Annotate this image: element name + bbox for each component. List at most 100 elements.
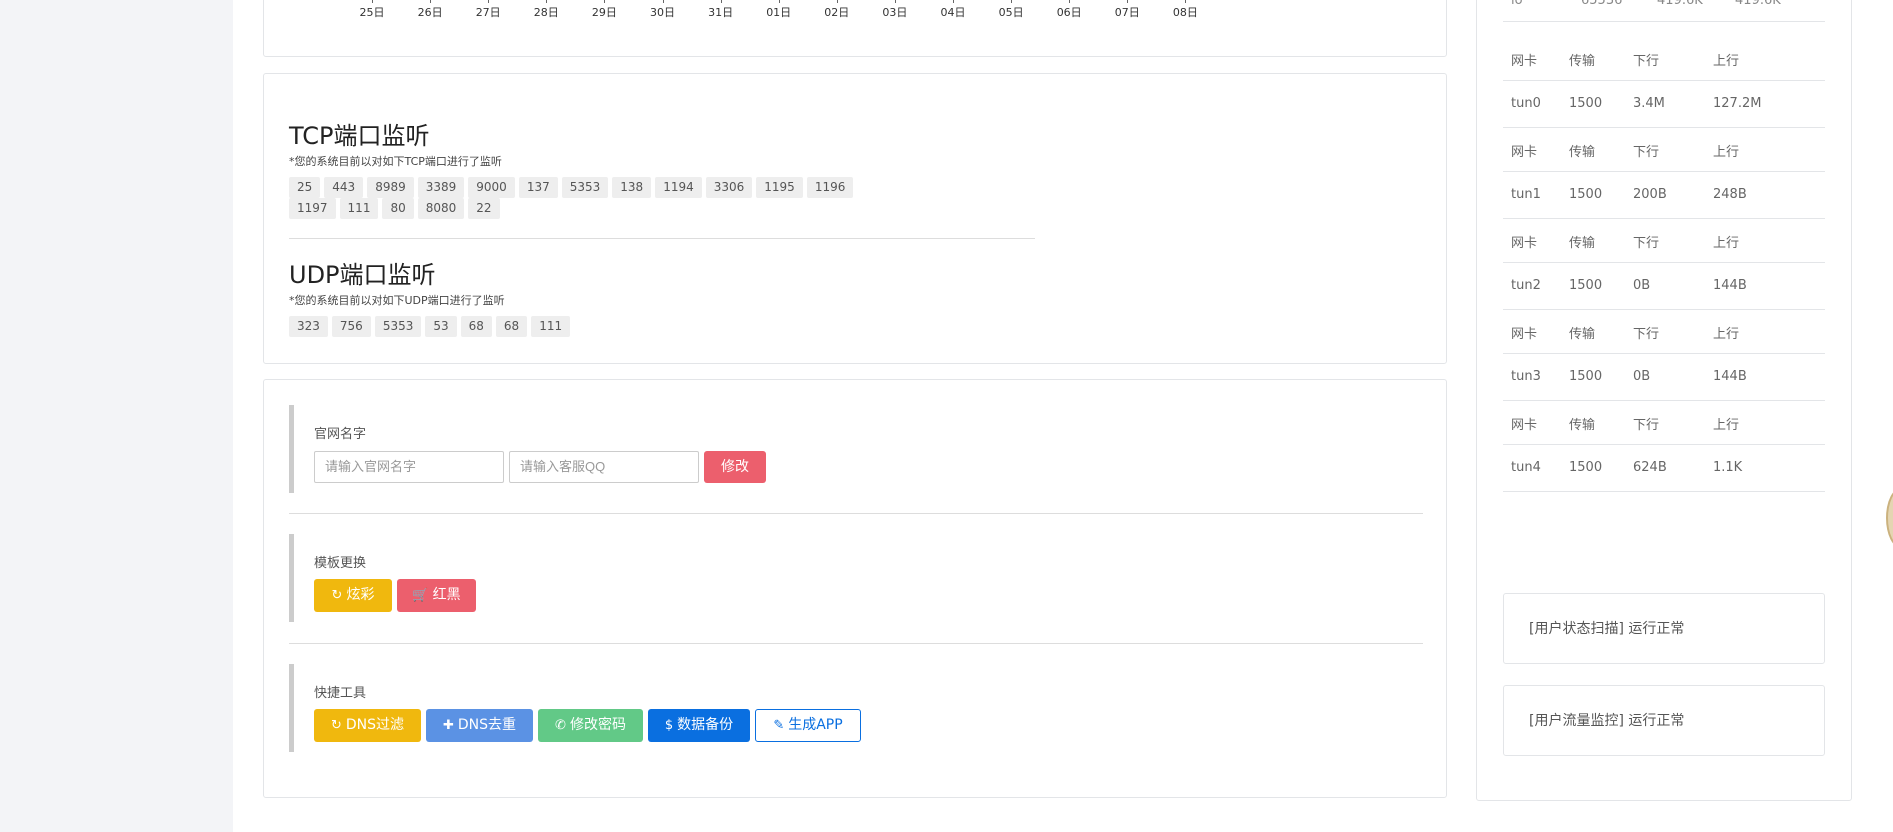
nic-cell-down: 200B (1633, 187, 1667, 202)
dns-dedupe-label: DNS去重 (457, 717, 517, 733)
sidebar-background (0, 0, 233, 832)
nic-header-cell: 下行 (1633, 145, 1660, 160)
x-tick-mark (1069, 0, 1071, 3)
nic-lo-up: 419.6K (1735, 0, 1781, 8)
nic-cell-name: tun1 (1511, 187, 1541, 202)
nic-cell-up: 144B (1713, 278, 1747, 293)
traffic-monitor-status: [用户流量监控] 运行正常 (1503, 685, 1825, 756)
ports-panel: TCP端口监听 *您的系统目前以对如下TCP端口进行了监听 25 443 8989 3… (263, 73, 1447, 364)
change-password-button[interactable]: ✆ 修改密码 (538, 709, 643, 742)
nic-cell-mtu: 1500 (1569, 96, 1603, 111)
port-chip: 80 (382, 198, 414, 219)
x-tick-label: 29日 (591, 6, 617, 19)
x-tick-mark (662, 0, 664, 3)
nic-table: 网卡 传输 下行 上行 tun3 1500 0B 144B (1503, 309, 1825, 401)
port-chip: 68 (495, 316, 528, 337)
nic-header-cell: 上行 (1713, 418, 1740, 433)
refresh-icon: ↻ (330, 718, 342, 733)
nic-cell-name: tun3 (1511, 369, 1541, 384)
template-label: 模板更换 (314, 556, 367, 571)
x-tick-mark (953, 0, 954, 3)
x-tick-mark (836, 0, 838, 3)
x-tick-mark (778, 0, 780, 3)
nic-cell-mtu: 1500 (1569, 187, 1603, 202)
port-chip: 111 (531, 316, 571, 337)
x-tick-label: 04日 (940, 6, 966, 19)
port-chip: 137 (518, 177, 558, 198)
tcp-note: *您的系统目前以对如下TCP端口进行了监听 (289, 155, 502, 168)
port-chip: 5353 (561, 177, 609, 198)
port-chip: 443 (324, 177, 364, 198)
port-chip: 3306 (705, 177, 753, 198)
right-panel: lo 65536 419.6K 419.6K 网卡 传输 下行 上行 tun0 1500 3… (1476, 0, 1852, 801)
generate-app-button[interactable]: ✎ 生成APP (755, 709, 861, 742)
nic-header-cell: 下行 (1633, 327, 1660, 342)
x-tick-label: 05日 (998, 6, 1024, 19)
site-name-label: 官网名字 (314, 427, 367, 442)
port-chip: 8989 (367, 177, 414, 198)
x-tick-label: 31日 (708, 6, 734, 19)
x-tick-label: 06日 (1056, 6, 1082, 19)
port-chip: 9000 (468, 177, 515, 198)
backup-button[interactable]: $ 数据备份 (648, 709, 750, 742)
backup-label: 数据备份 (677, 717, 734, 733)
x-tick-mark (1185, 0, 1187, 3)
customer-qq-input[interactable]: 请输入客服QQ (509, 451, 699, 483)
nic-header-cell: 上行 (1713, 145, 1740, 160)
tcp-ports-row-1: 25 443 8989 3389 9000 137 5353 138 1194 3306 1195 1… (289, 177, 854, 198)
nic-row-lo-partial: lo 65536 419.6K 419.6K (1503, 0, 1825, 22)
nic-header-cell: 下行 (1633, 418, 1660, 433)
x-tick-mark (372, 0, 373, 3)
tcp-ports-row-2: 1197 111 80 8080 22 (289, 198, 500, 219)
nic-header-cell: 网卡 (1511, 327, 1538, 342)
x-tick-mark (1127, 0, 1129, 3)
port-chip: 111 (339, 198, 379, 219)
nic-table: 网卡 传输 下行 上行 tun1 1500 200B 248B (1503, 127, 1825, 219)
nic-header-cell: 下行 (1633, 236, 1660, 251)
x-tick-label: 27日 (475, 6, 501, 19)
ports-divider (289, 238, 1035, 239)
settings-divider-2 (289, 643, 1423, 644)
dollar-icon: $ (664, 718, 674, 733)
nic-cell-mtu: 1500 (1569, 278, 1603, 293)
user-scan-status: [用户状态扫描] 运行正常 (1503, 593, 1825, 664)
nic-cell-name: tun4 (1511, 460, 1541, 475)
port-chip: 1195 (756, 177, 803, 198)
dns-filter-button[interactable]: ↻ DNS过滤 (314, 709, 421, 742)
nic-header-cell: 传输 (1569, 327, 1596, 342)
port-chip: 138 (612, 177, 652, 198)
redblack-template-button[interactable]: 🛒 红黑 (397, 579, 476, 612)
port-chip: 5353 (374, 316, 422, 337)
nic-header-cell: 网卡 (1511, 236, 1538, 251)
x-tick-label: 25日 (359, 6, 385, 19)
nic-cell-up: 1.1K (1713, 460, 1743, 475)
udp-note: *您的系统目前以对如下UDP端口进行了监听 (289, 294, 505, 307)
port-chip: 22 (468, 198, 500, 219)
nic-table-header: 网卡 传输 下行 上行 (1503, 36, 1825, 81)
nic-table-row: tun1 1500 200B 248B (1503, 172, 1825, 219)
x-tick-label: 28日 (533, 6, 559, 19)
nic-table-header: 网卡 传输 下行 上行 (1503, 400, 1825, 445)
nic-header-cell: 网卡 (1511, 54, 1538, 69)
x-tick-label: 01日 (766, 6, 792, 19)
modify-button[interactable]: 修改 (704, 451, 766, 483)
port-chip: 756 (331, 316, 371, 337)
x-tick-label: 26日 (417, 6, 443, 19)
tools-group (289, 664, 314, 752)
redblack-template-label: 红黑 (432, 587, 461, 603)
nic-cell-up: 248B (1713, 187, 1747, 202)
x-tick-mark (894, 0, 896, 3)
nic-lo-down: 419.6K (1657, 0, 1703, 8)
site-name-input[interactable]: 请输入官网名字 (314, 451, 504, 483)
nic-header-cell: 网卡 (1511, 145, 1538, 160)
nic-cell-up: 127.2M (1713, 96, 1762, 111)
nic-lo-name: lo (1511, 0, 1523, 8)
x-tick-label: 02日 (824, 6, 850, 19)
dns-dedupe-button[interactable]: ✚ DNS去重 (426, 709, 533, 742)
template-group (289, 534, 314, 622)
port-chip: 68 (460, 316, 492, 337)
colorful-template-button[interactable]: ↻ 炫彩 (314, 579, 392, 612)
traffic-chart-panel: 25日 26日 27日 28日 29日 30日 31日 01日 02日 03日 04日 05日 06日 0… (263, 0, 1447, 57)
tools-label: 快捷工具 (314, 686, 367, 701)
nic-header-cell: 上行 (1713, 327, 1740, 342)
